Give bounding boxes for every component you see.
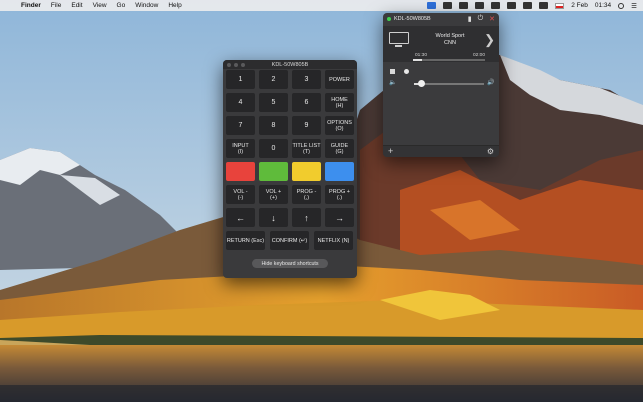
key-3[interactable]: 3	[292, 70, 321, 89]
stop-icon[interactable]	[390, 69, 395, 74]
menu-bar: Finder File Edit View Go Window Help 2 F…	[0, 0, 643, 11]
key-1[interactable]: 1	[226, 70, 255, 89]
key-0[interactable]: 0	[259, 139, 288, 158]
menu-list-icon[interactable]: ☰	[631, 2, 637, 10]
gear-icon[interactable]: ⚙	[487, 147, 494, 156]
screen-icon[interactable]	[443, 2, 453, 9]
key-4[interactable]: 4	[226, 93, 255, 112]
close-icon[interactable]: ✕	[489, 15, 495, 23]
airplay-icon[interactable]	[507, 2, 517, 9]
end-time: 02:00	[472, 53, 485, 58]
popup-header-icons: ▮ ⏻ ✕	[468, 15, 495, 23]
remote-icon[interactable]: ▮	[468, 15, 472, 23]
input-button[interactable]: INPUT (I)	[226, 139, 255, 158]
key-7[interactable]: 7	[226, 116, 255, 135]
volume-slider[interactable]	[414, 83, 484, 85]
yellow-button[interactable]	[292, 162, 321, 181]
program-down-button[interactable]: PROG - (,)	[292, 185, 321, 204]
menu-date[interactable]: 2 Feb	[571, 2, 588, 9]
key-6[interactable]: 6	[292, 93, 321, 112]
volume-knob[interactable]	[417, 80, 425, 87]
up-arrow-button[interactable]: ↑	[292, 208, 321, 227]
program-progress	[413, 59, 485, 61]
menu-edit[interactable]: Edit	[66, 2, 87, 9]
remote-status-icon[interactable]	[427, 2, 437, 9]
volume-icon[interactable]	[523, 2, 533, 9]
volume-down-button[interactable]: VOL - (-)	[226, 185, 255, 204]
connection-status-dot	[387, 17, 391, 21]
down-arrow-button[interactable]: ↓	[259, 208, 288, 227]
menu-view[interactable]: View	[88, 2, 112, 9]
wifi-icon[interactable]	[491, 2, 501, 9]
volume-row: 🔈 🔊	[383, 79, 499, 89]
program-progress-fill	[413, 59, 422, 61]
device-name: KDL-50W805B	[394, 16, 431, 22]
green-button[interactable]	[259, 162, 288, 181]
power-icon[interactable]: ⏻	[478, 15, 484, 23]
volume-up-button[interactable]: VOL + (+)	[259, 185, 288, 204]
blue-button[interactable]	[325, 162, 354, 181]
remote-titlebar[interactable]: KDL-50W805B	[223, 60, 357, 69]
input-flag-icon[interactable]	[555, 2, 565, 9]
netflix-button[interactable]: NETFLIX (N)	[314, 231, 353, 250]
menu-go[interactable]: Go	[112, 2, 131, 9]
battery-icon[interactable]	[539, 2, 549, 9]
key-8[interactable]: 8	[259, 116, 288, 135]
menu-file[interactable]: File	[46, 2, 66, 9]
popup-header: KDL-50W805B ▮ ⏻ ✕	[383, 13, 499, 25]
remote-window: KDL-50W805B 1 2 3 POWER 4 5 6 HOME (H) 7…	[223, 60, 357, 278]
menu-extras: 2 Feb 01:34 ☰	[427, 2, 643, 10]
cloud-icon[interactable]	[459, 2, 469, 9]
bars-icon[interactable]	[475, 2, 485, 9]
search-icon[interactable]	[618, 2, 625, 9]
record-icon[interactable]	[404, 69, 409, 74]
menu-help[interactable]: Help	[163, 2, 186, 9]
key-5[interactable]: 5	[259, 93, 288, 112]
menu-time[interactable]: 01:34	[595, 2, 611, 9]
guide-button[interactable]: GUIDE (G)	[325, 139, 354, 158]
remote-title: KDL-50W805B	[271, 61, 309, 68]
menu-window[interactable]: Window	[130, 2, 163, 9]
hide-shortcuts-button[interactable]: Hide keyboard shortcuts	[252, 259, 328, 268]
tv-status-popup: KDL-50W805B ▮ ⏻ ✕ World Sport CNN ❯ 01:3…	[383, 13, 499, 157]
return-button[interactable]: RETURN (Esc)	[226, 231, 265, 250]
title-list-button[interactable]: TITLE LIST (T)	[292, 139, 321, 158]
program-info: World Sport CNN	[423, 33, 477, 47]
speaker-icon[interactable]: 🔊	[487, 79, 494, 86]
options-button[interactable]: OPTIONS (O)	[325, 116, 354, 135]
start-time: 01:30	[415, 53, 428, 58]
chevron-right-icon[interactable]: ❯	[484, 32, 495, 48]
popup-footer: + ⚙	[383, 145, 499, 157]
channel-name: CNN	[444, 40, 456, 46]
red-button[interactable]	[226, 162, 255, 181]
key-2[interactable]: 2	[259, 70, 288, 89]
confirm-button[interactable]: CONFIRM (↵)	[270, 231, 309, 250]
program-up-button[interactable]: PROG + (.)	[325, 185, 354, 204]
tv-icon	[389, 32, 409, 47]
menu-finder[interactable]: Finder	[16, 2, 46, 9]
power-button[interactable]: POWER	[325, 70, 354, 89]
home-button[interactable]: HOME (H)	[325, 93, 354, 112]
right-arrow-button[interactable]: →	[325, 208, 354, 227]
program-title: World Sport	[435, 33, 465, 39]
left-arrow-button[interactable]: ←	[226, 208, 255, 227]
plus-icon[interactable]: +	[388, 146, 393, 156]
speaker-muted-icon[interactable]: 🔈	[389, 79, 396, 86]
key-9[interactable]: 9	[292, 116, 321, 135]
playback-controls	[383, 67, 499, 77]
